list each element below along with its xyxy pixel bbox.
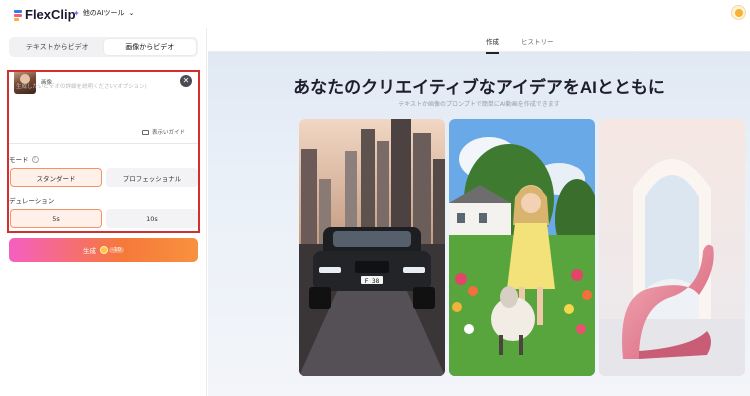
tab-create[interactable]: 作成 <box>486 36 499 54</box>
mode-standard-option[interactable]: スタンダード <box>10 168 102 187</box>
page-headline: あなたのクリエイティブなアイデアをAIとともに <box>293 78 665 97</box>
book-icon <box>142 129 149 135</box>
info-icon[interactable]: i <box>31 155 39 163</box>
example-card-girl-sheep[interactable] <box>449 119 595 376</box>
pink-chair-image <box>599 119 745 376</box>
top-bar: FlexClip ✦ 他のAIツール ⌄ <box>0 0 750 28</box>
example-card-chair[interactable] <box>599 119 745 376</box>
main-area: 作成 ヒストリー あなたのクリエイティブなアイデアをAIとともに テキストか画像… <box>208 28 750 396</box>
generate-cost: -10 <box>109 247 124 253</box>
avatar-coin-icon <box>734 8 743 17</box>
user-avatar[interactable] <box>731 5 746 20</box>
guide-link[interactable]: 表示いガイド <box>142 128 185 136</box>
logo-mark-icon <box>14 9 23 21</box>
flexclip-logo[interactable]: FlexClip <box>14 7 76 22</box>
car-plate-text: F 38 <box>365 278 380 285</box>
logo-text: FlexClip <box>25 7 76 22</box>
prompt-input[interactable] <box>11 73 196 133</box>
duration-5s-option[interactable]: 5s <box>10 209 102 228</box>
mode-label: モード i <box>9 154 39 164</box>
page-subheadline: テキストか画像のプロンプトで簡単にAI動画を作成できます <box>398 101 560 108</box>
girl-sheep-image <box>449 119 595 376</box>
credit-coin-icon <box>100 246 108 254</box>
divider <box>9 143 198 144</box>
guide-label: 表示いガイド <box>152 130 186 136</box>
mode-label-text: モード <box>9 156 29 164</box>
mode-professional-option[interactable]: プロフェッショナル <box>106 168 198 187</box>
main-tab-bar: 作成 ヒストリー <box>208 28 750 54</box>
car-city-image: F 38 <box>299 119 445 376</box>
tab-image-to-video[interactable]: 画像からビデオ <box>103 39 196 55</box>
generate-label: 生成 <box>83 247 96 255</box>
tab-text-to-video[interactable]: テキストからビデオ <box>11 39 104 55</box>
ai-tools-label: 他のAIツール <box>82 9 125 17</box>
generate-button[interactable]: 生成 -10 <box>9 238 198 262</box>
chevron-down-icon: ⌄ <box>128 9 135 17</box>
source-mode-tabs: テキストからビデオ 画像からビデオ <box>9 37 198 57</box>
ai-tools-menu[interactable]: ✦ 他のAIツール ⌄ <box>73 8 134 18</box>
duration-label: デュレーション <box>9 197 55 205</box>
sparkle-icon: ✦ <box>73 8 80 18</box>
example-card-car[interactable]: F 38 <box>299 119 445 376</box>
tab-history[interactable]: ヒストリー <box>521 36 554 46</box>
duration-10s-option[interactable]: 10s <box>106 209 198 228</box>
